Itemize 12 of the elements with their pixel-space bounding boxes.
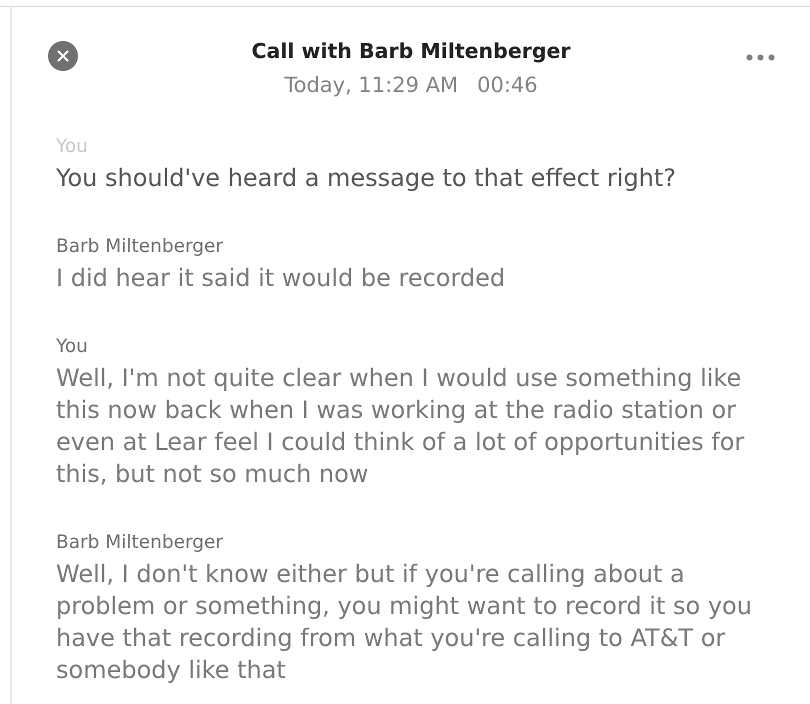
message-text: You should've heard a message to that effect right? — [56, 163, 678, 194]
message-text: Well, I don't know either but if you're calling about a problem or something, you might want to record it so you have that recording from what you're calling to AT&T or somebody like that — [56, 559, 753, 686]
close-icon[interactable] — [48, 41, 78, 71]
speaker-name: You — [56, 336, 89, 358]
call-duration: 00:46 — [477, 72, 538, 98]
speaker-name: Barb Miltenberger — [56, 532, 224, 554]
call-date: Today, 11:29 AM — [284, 72, 458, 98]
message-text: Well, I'm not quite clear when I would use something like this now back when I was working at the radio station or even at Lear feel I could think of a lot of opportunities for this, but not so much now — [56, 363, 746, 490]
speaker-name: Barb Miltenberger — [56, 236, 224, 258]
call-title: Call with Barb Miltenberger — [251, 38, 571, 64]
message-text: I did hear it said it would be recorded — [56, 263, 506, 294]
more-icon[interactable] — [746, 54, 775, 61]
